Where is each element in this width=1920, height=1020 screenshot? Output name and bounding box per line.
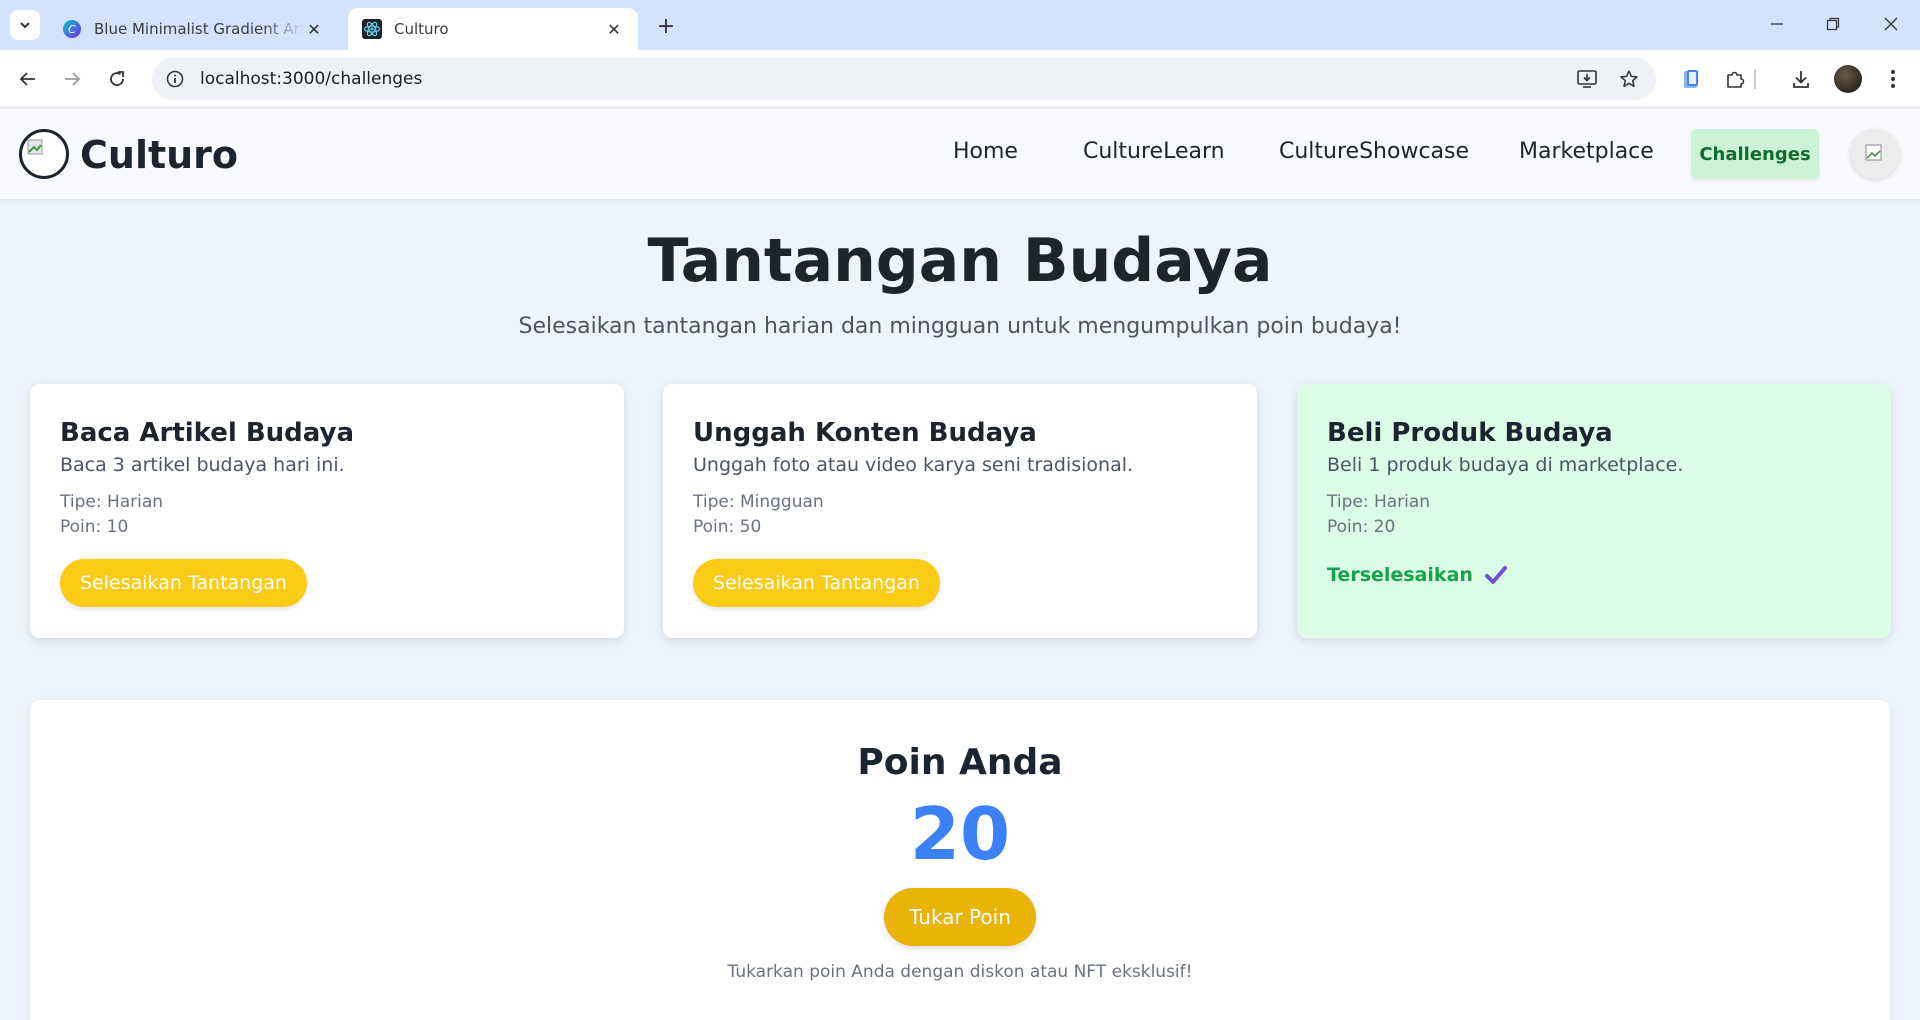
challenge-description: Beli 1 produk budaya di marketplace. [1327,454,1684,476]
forward-button[interactable] [56,63,88,95]
tab-search-button[interactable] [10,10,40,40]
completed-status-label: Terselesaikan [1327,564,1473,586]
nav-link-challenges[interactable]: Challenges [1691,129,1819,179]
redeem-note: Tukarkan poin Anda dengan diskon atau NF… [727,962,1193,982]
browser-profile-avatar[interactable] [1834,65,1862,93]
broken-image-icon [27,139,43,155]
star-icon[interactable] [1614,66,1644,92]
challenge-points: Poin: 10 [60,517,129,537]
nav-link-culturelearn[interactable]: CultureLearn [1083,139,1225,164]
points-panel: Poin Anda 20 Tukar Poin Tukarkan poin An… [30,700,1890,1020]
page-subtitle: Selesaikan tantangan harian dan mingguan… [518,314,1402,339]
challenge-title: Unggah Konten Budaya [693,418,1037,448]
browser-toolbar: localhost:3000/challenges [0,50,1920,108]
reload-button[interactable] [101,63,133,95]
challenge-type: Tipe: Harian [60,492,164,512]
arrow-left-icon [19,72,35,86]
tab-title: Culturo [394,20,449,38]
window-close-button[interactable] [1871,8,1911,40]
install-app-icon[interactable] [1572,66,1602,92]
app-navbar: Culturo Home CultureLearn CultureShowcas… [0,109,1920,199]
points-title: Poin Anda [857,742,1063,783]
completed-status: Terselesaikan [1327,564,1507,586]
toolbar-divider [1754,69,1756,89]
minimize-button[interactable] [1757,8,1797,40]
browser-tab-bar: C Blue Minimalist Gradient Art and ✕ Cul… [0,0,1920,50]
user-avatar[interactable] [1850,129,1900,179]
challenge-points: Poin: 50 [693,517,762,537]
nav-link-cultureshowcase[interactable]: CultureShowcase [1279,139,1469,164]
svg-text:C: C [68,23,76,36]
challenge-description: Unggah foto atau video karya seni tradis… [693,454,1134,476]
more-menu-icon[interactable] [1878,64,1908,94]
tab-title: Blue Minimalist Gradient Art and [94,20,304,38]
brand-logo-image[interactable] [19,129,69,179]
restore-button[interactable] [1813,8,1853,40]
extension-blue-icon[interactable] [1676,64,1706,94]
url-text: localhost:3000/challenges [200,69,423,89]
close-icon[interactable]: ✕ [304,19,324,39]
react-icon [362,19,382,39]
challenge-card: Baca Artikel Budaya Baca 3 artikel buday… [30,384,624,638]
nav-link-home[interactable]: Home [953,139,1018,164]
challenge-type: Tipe: Mingguan [693,492,824,512]
complete-challenge-button[interactable]: Selesaikan Tantangan [693,559,940,607]
challenge-title: Beli Produk Budaya [1327,418,1613,448]
canva-icon: C [62,19,82,39]
broken-image-icon [1865,144,1882,161]
reload-icon [110,71,124,86]
checkmark-icon [1484,565,1507,585]
challenge-card-completed: Beli Produk Budaya Beli 1 produk budaya … [1297,384,1891,638]
restore-icon [1826,17,1840,31]
browser-tab-culturo[interactable]: Culturo ✕ [348,8,638,50]
page-title: Tantangan Budaya [647,226,1273,296]
address-bar[interactable]: localhost:3000/challenges [152,58,1656,100]
complete-challenge-button[interactable]: Selesaikan Tantangan [60,559,307,607]
nav-link-marketplace[interactable]: Marketplace [1519,139,1654,164]
arrow-right-icon [65,72,81,86]
points-value: 20 [909,792,1011,876]
download-icon[interactable] [1786,64,1816,94]
challenge-card: Unggah Konten Budaya Unggah foto atau vi… [663,384,1257,638]
challenge-title: Baca Artikel Budaya [60,418,355,448]
new-tab-button[interactable]: + [652,12,680,40]
browser-tab-canva[interactable]: C Blue Minimalist Gradient Art and ✕ [48,8,338,50]
site-info-icon[interactable] [166,70,184,88]
brand-name[interactable]: Culturo [80,133,238,177]
close-icon[interactable]: ✕ [604,19,624,39]
chevron-down-icon [20,22,30,29]
redeem-points-button[interactable]: Tukar Poin [884,888,1036,946]
challenge-type: Tipe: Harian [1327,492,1431,512]
close-icon [1884,17,1898,31]
challenge-points: Poin: 20 [1327,517,1396,537]
challenge-description: Baca 3 artikel budaya hari ini. [60,454,345,476]
extensions-puzzle-icon[interactable] [1720,64,1750,94]
minimize-icon [1771,23,1783,25]
back-button[interactable] [12,63,44,95]
